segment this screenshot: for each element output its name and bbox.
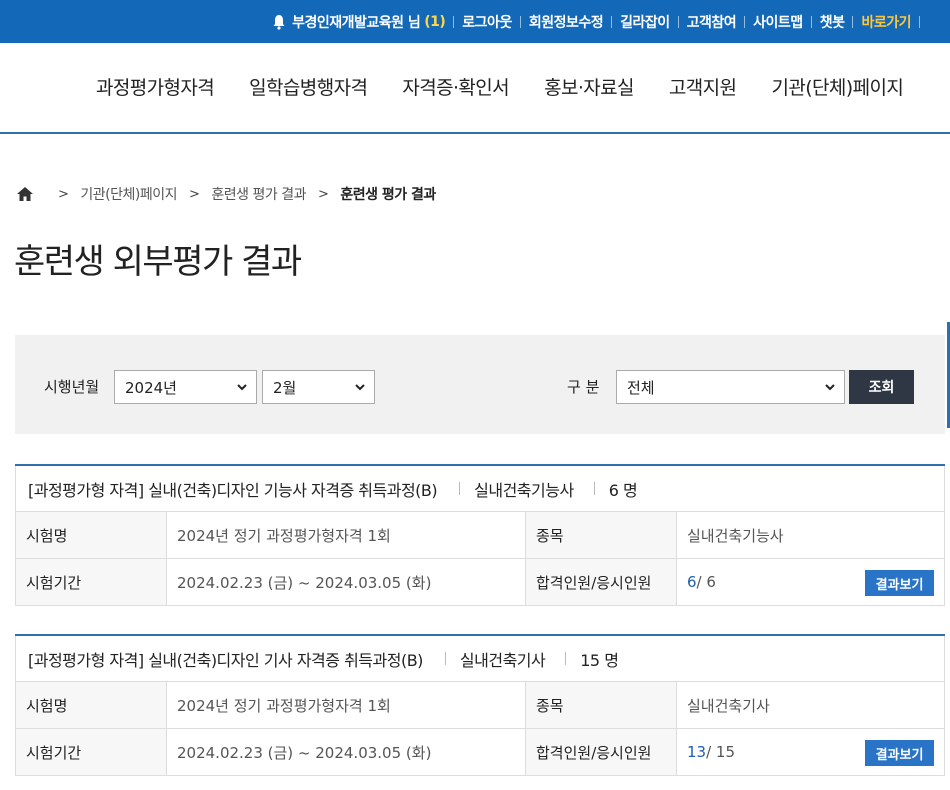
pass-label: 합격인원/응시인원 xyxy=(526,559,677,605)
result-header: [과정평가형 자격] 실내(건축)디자인 기능사 자격증 취득과정(B) 실내건… xyxy=(15,466,945,512)
result-header: [과정평가형 자격] 실내(건축)디자인 기사 자격증 취득과정(B) 실내건축… xyxy=(15,636,945,682)
period-value: 2024.02.23 (금) ~ 2024.03.05 (화) xyxy=(167,729,526,775)
table-row: 시험명 2024년 정기 과정평가형자격 1회 종목 실내건축기능사 xyxy=(15,512,945,559)
bell-icon xyxy=(273,14,285,30)
logout-link[interactable]: 로그아웃 xyxy=(462,12,512,32)
chevron-right-icon: > xyxy=(317,186,329,202)
applicant-count: / 6 xyxy=(696,573,716,591)
exam-name-label: 시험명 xyxy=(15,512,167,558)
period-label: 시험기간 xyxy=(15,559,167,605)
divider xyxy=(919,15,920,28)
breadcrumb-trainee-results[interactable]: 훈련생 평가 결과 xyxy=(211,184,306,204)
trainee-count: 15 명 xyxy=(580,650,619,670)
chevron-down-icon xyxy=(237,384,247,391)
divider xyxy=(444,652,446,665)
year-select[interactable]: 2024년 xyxy=(114,370,257,404)
nav-item-course-evaluation[interactable]: 과정평가형자격 xyxy=(96,73,215,100)
divider xyxy=(459,482,461,495)
exam-name-value: 2024년 정기 과정평가형자격 1회 xyxy=(167,512,526,558)
divider xyxy=(593,482,595,495)
view-result-button[interactable]: 결과보기 xyxy=(865,570,934,596)
nav-item-certificates[interactable]: 자격증·확인서 xyxy=(402,73,509,100)
divider xyxy=(852,15,854,28)
course-name: [과정평가형 자격] 실내(건축)디자인 기사 자격증 취득과정(B) xyxy=(28,650,423,670)
edit-profile-link[interactable]: 회원정보수정 xyxy=(529,12,604,32)
search-panel: 시행년월 2024년 2월 구 분 전체 조회 xyxy=(15,335,945,434)
utility-bar: 부경인재개발교육원 님 (1) 로그아웃 회원정보수정 길라잡이 고객참여 사이… xyxy=(0,0,950,43)
divider xyxy=(565,652,567,665)
month-select[interactable]: 2월 xyxy=(262,370,375,404)
date-label: 시행년월 xyxy=(44,378,100,396)
view-result-button[interactable]: 결과보기 xyxy=(865,740,934,766)
exam-name-value: 2024년 정기 과정평가형자격 1회 xyxy=(167,682,526,728)
nav-item-institution-page[interactable]: 기관(단체)페이지 xyxy=(771,73,903,100)
passed-count: 6 xyxy=(687,573,697,591)
result-card: [과정평가형 자격] 실내(건축)디자인 기능사 자격증 취득과정(B) 실내건… xyxy=(15,464,945,606)
user-name: 부경인재개발교육원 님 xyxy=(292,14,421,31)
nav-item-work-learning[interactable]: 일학습병행자격 xyxy=(249,73,368,100)
category-select-value: 전체 xyxy=(627,378,655,397)
chevron-down-icon xyxy=(355,384,365,391)
trainee-count: 6 명 xyxy=(608,480,638,500)
month-select-value: 2월 xyxy=(273,378,297,397)
home-icon[interactable] xyxy=(16,186,34,202)
nav-item-pr-archive[interactable]: 홍보·자료실 xyxy=(544,73,634,100)
qualification-item: 실내건축기능사 xyxy=(474,480,574,500)
period-value: 2024.02.23 (금) ~ 2024.03.05 (화) xyxy=(167,559,526,605)
period-label: 시험기간 xyxy=(15,729,167,775)
divider xyxy=(519,15,521,28)
main-nav-list: 과정평가형자격 일학습병행자격 자격증·확인서 홍보·자료실 고객지원 기관(단… xyxy=(96,73,938,100)
pass-cell: 6 / 6 결과보기 xyxy=(677,559,945,605)
chevron-right-icon: > xyxy=(189,186,200,202)
divider xyxy=(677,15,679,28)
utility-links: 부경인재개발교육원 님 (1) 로그아웃 회원정보수정 길라잡이 고객참여 사이… xyxy=(272,0,928,43)
shortcut-link[interactable]: 바로가기 xyxy=(861,12,911,32)
exam-name-label: 시험명 xyxy=(15,682,167,728)
search-button[interactable]: 조회 xyxy=(849,370,914,404)
qualification-item: 실내건축기사 xyxy=(459,650,546,670)
divider xyxy=(611,15,613,28)
applicant-count: / 15 xyxy=(706,743,736,761)
subject-label: 종목 xyxy=(526,682,677,728)
table-row: 시험기간 2024.02.23 (금) ~ 2024.03.05 (화) 합격인… xyxy=(15,729,945,776)
divider xyxy=(453,15,455,28)
pass-cell: 13 / 15 결과보기 xyxy=(677,729,945,775)
pass-label: 합격인원/응시인원 xyxy=(526,729,677,775)
breadcrumb: > 기관(단체)페이지 > 훈련생 평가 결과 > 훈련생 평가 결과 xyxy=(16,184,436,204)
chatbot-link[interactable]: 챗봇 xyxy=(820,12,845,32)
course-name: [과정평가형 자격] 실내(건축)디자인 기능사 자격증 취득과정(B) xyxy=(28,480,438,500)
sitemap-link[interactable]: 사이트맵 xyxy=(753,12,803,32)
nav-item-support[interactable]: 고객지원 xyxy=(669,73,737,100)
category-label: 구 분 xyxy=(567,378,600,396)
notice-count[interactable]: (1) xyxy=(424,14,446,30)
divider xyxy=(744,15,746,28)
category-select[interactable]: 전체 xyxy=(616,370,845,404)
guide-link[interactable]: 길라잡이 xyxy=(620,12,670,32)
table-row: 시험기간 2024.02.23 (금) ~ 2024.03.05 (화) 합격인… xyxy=(15,559,945,606)
breadcrumb-current: 훈련생 평가 결과 xyxy=(340,187,436,203)
participation-link[interactable]: 고객참여 xyxy=(687,12,737,32)
page-title: 훈련생 외부평가 결과 xyxy=(14,242,302,282)
divider xyxy=(810,15,812,28)
subject-label: 종목 xyxy=(526,512,677,558)
chevron-right-icon: > xyxy=(58,186,69,202)
main-nav: 과정평가형자격 일학습병행자격 자격증·확인서 홍보·자료실 고객지원 기관(단… xyxy=(0,43,950,134)
year-select-value: 2024년 xyxy=(125,378,177,397)
breadcrumb-institution[interactable]: 기관(단체)페이지 xyxy=(80,184,177,204)
subject-value: 실내건축기능사 xyxy=(677,512,945,558)
passed-count: 13 xyxy=(687,743,707,761)
chevron-down-icon xyxy=(825,384,835,391)
subject-value: 실내건축기사 xyxy=(677,682,945,728)
result-card: [과정평가형 자격] 실내(건축)디자인 기사 자격증 취득과정(B) 실내건축… xyxy=(15,634,945,776)
table-row: 시험명 2024년 정기 과정평가형자격 1회 종목 실내건축기사 xyxy=(15,682,945,729)
